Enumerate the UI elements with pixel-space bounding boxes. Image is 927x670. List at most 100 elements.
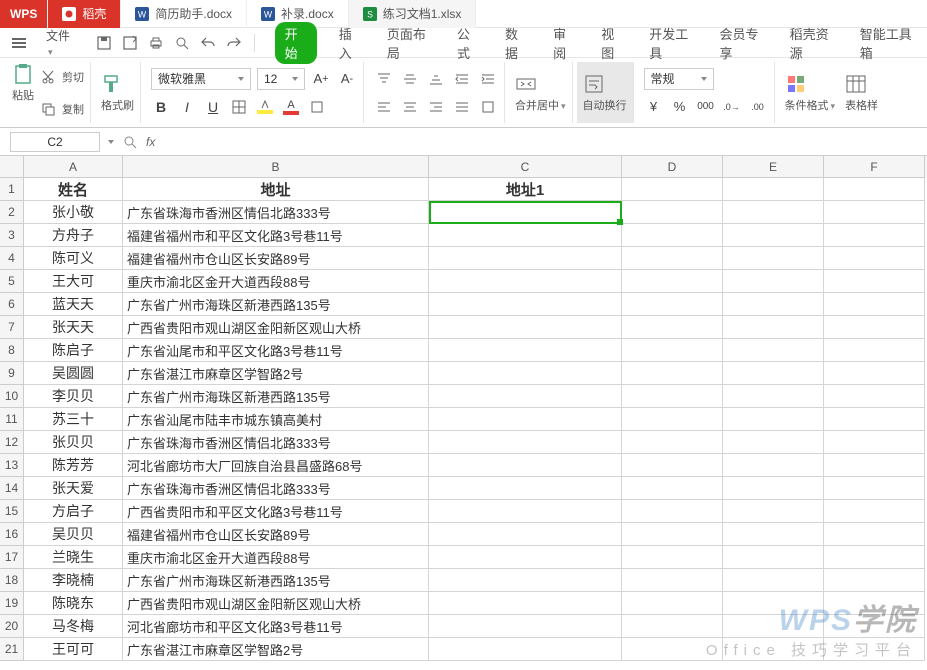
- table-style-label[interactable]: 表格样: [845, 97, 878, 113]
- cell[interactable]: [429, 339, 622, 362]
- row-header[interactable]: 9: [0, 362, 24, 385]
- cell[interactable]: [622, 293, 723, 316]
- cell[interactable]: 王大可: [24, 270, 123, 293]
- fx-label[interactable]: fx: [146, 135, 155, 149]
- cell[interactable]: [429, 500, 622, 523]
- cell[interactable]: 福建省福州市仓山区长安路89号: [123, 523, 429, 546]
- cell-grid[interactable]: 姓名地址地址1 张小敬广东省珠海市香洲区情侣北路333号方舟子福建省福州市和平区…: [24, 178, 927, 661]
- undo-icon[interactable]: [200, 35, 216, 51]
- cell[interactable]: [622, 615, 723, 638]
- cell[interactable]: 广东省湛江市麻章区学智路2号: [123, 362, 429, 385]
- row-header[interactable]: 16: [0, 523, 24, 546]
- column-header-F[interactable]: F: [824, 156, 925, 178]
- row-header[interactable]: 17: [0, 546, 24, 569]
- phonetic-button[interactable]: [307, 97, 327, 117]
- row-header[interactable]: 12: [0, 431, 24, 454]
- format-painter-label[interactable]: 格式刷: [101, 97, 134, 113]
- row-header[interactable]: 14: [0, 477, 24, 500]
- indent-increase-icon[interactable]: [478, 69, 498, 89]
- cell[interactable]: [723, 523, 824, 546]
- cell[interactable]: [824, 546, 925, 569]
- cut-label[interactable]: 剪切: [62, 69, 84, 85]
- cell[interactable]: [723, 385, 824, 408]
- tab-review[interactable]: 审阅: [549, 22, 579, 64]
- cell[interactable]: 福建省福州市和平区文化路3号巷11号: [123, 224, 429, 247]
- cell[interactable]: [429, 247, 622, 270]
- cell[interactable]: [429, 477, 622, 500]
- cell[interactable]: [429, 523, 622, 546]
- cell[interactable]: [429, 316, 622, 339]
- cell[interactable]: [622, 638, 723, 661]
- tab-insert[interactable]: 插入: [335, 22, 365, 64]
- cell[interactable]: 苏三十: [24, 408, 123, 431]
- fill-color-button[interactable]: [255, 97, 275, 117]
- align-right-icon[interactable]: [426, 97, 446, 117]
- cell[interactable]: [723, 638, 824, 661]
- cell[interactable]: [429, 546, 622, 569]
- cell[interactable]: [622, 569, 723, 592]
- font-color-button[interactable]: A: [281, 97, 301, 117]
- cell[interactable]: [824, 592, 925, 615]
- column-header-A[interactable]: A: [24, 156, 123, 178]
- print-icon[interactable]: [148, 35, 164, 51]
- italic-button[interactable]: I: [177, 97, 197, 117]
- cell[interactable]: 兰晓生: [24, 546, 123, 569]
- font-name-select[interactable]: 微软雅黑: [151, 68, 251, 90]
- paste-icon[interactable]: [12, 63, 34, 85]
- cell[interactable]: 重庆市渝北区金开大道西段88号: [123, 546, 429, 569]
- doc-tab-daoke[interactable]: 稻壳: [48, 0, 121, 28]
- cell[interactable]: 姓名: [24, 178, 123, 201]
- cell[interactable]: [824, 224, 925, 247]
- cell[interactable]: [622, 316, 723, 339]
- cell[interactable]: [622, 201, 723, 224]
- cell[interactable]: [723, 316, 824, 339]
- cell[interactable]: 蓝天天: [24, 293, 123, 316]
- row-header[interactable]: 5: [0, 270, 24, 293]
- cell[interactable]: [622, 362, 723, 385]
- cell[interactable]: 陈可义: [24, 247, 123, 270]
- cell[interactable]: [723, 592, 824, 615]
- doc-tab-resume[interactable]: W 简历助手.docx: [121, 0, 247, 28]
- search-icon[interactable]: [122, 134, 138, 150]
- cell[interactable]: 河北省廊坊市和平区文化路3号巷11号: [123, 615, 429, 638]
- cell[interactable]: [824, 385, 925, 408]
- cell[interactable]: 张贝贝: [24, 431, 123, 454]
- redo-icon[interactable]: [226, 35, 242, 51]
- cell[interactable]: [824, 339, 925, 362]
- cell[interactable]: [429, 270, 622, 293]
- conditional-format-icon[interactable]: [785, 73, 807, 95]
- align-justify-icon[interactable]: [452, 97, 472, 117]
- cell[interactable]: [824, 454, 925, 477]
- table-style-icon[interactable]: [845, 73, 867, 95]
- file-menu[interactable]: 文件▾: [38, 25, 82, 60]
- align-bottom-icon[interactable]: [426, 69, 446, 89]
- cell[interactable]: 地址1: [429, 178, 622, 201]
- save-icon[interactable]: [96, 35, 112, 51]
- copy-label[interactable]: 复制: [62, 101, 84, 117]
- cell[interactable]: [824, 270, 925, 293]
- column-header-D[interactable]: D: [622, 156, 723, 178]
- cell[interactable]: 地址: [123, 178, 429, 201]
- row-header[interactable]: 4: [0, 247, 24, 270]
- cell[interactable]: [824, 431, 925, 454]
- row-header[interactable]: 15: [0, 500, 24, 523]
- increase-font-icon[interactable]: A+: [311, 69, 331, 89]
- name-box[interactable]: C2: [10, 132, 100, 152]
- cell[interactable]: [824, 293, 925, 316]
- increase-decimal-icon[interactable]: .0→: [722, 97, 742, 117]
- cell[interactable]: 广西省贵阳市和平区文化路3号巷11号: [123, 500, 429, 523]
- row-header[interactable]: 13: [0, 454, 24, 477]
- tab-daoke[interactable]: 稻壳资源: [786, 22, 838, 64]
- row-header[interactable]: 21: [0, 638, 24, 661]
- cell[interactable]: [723, 293, 824, 316]
- cell[interactable]: [824, 569, 925, 592]
- merge-cells-icon[interactable]: [515, 73, 537, 95]
- cell[interactable]: [622, 270, 723, 293]
- row-header[interactable]: 11: [0, 408, 24, 431]
- cell[interactable]: [723, 477, 824, 500]
- cell[interactable]: [429, 431, 622, 454]
- row-header[interactable]: 2: [0, 201, 24, 224]
- cell[interactable]: 广东省广州市海珠区新港西路135号: [123, 293, 429, 316]
- font-size-select[interactable]: 12: [257, 68, 305, 90]
- cell[interactable]: 张天天: [24, 316, 123, 339]
